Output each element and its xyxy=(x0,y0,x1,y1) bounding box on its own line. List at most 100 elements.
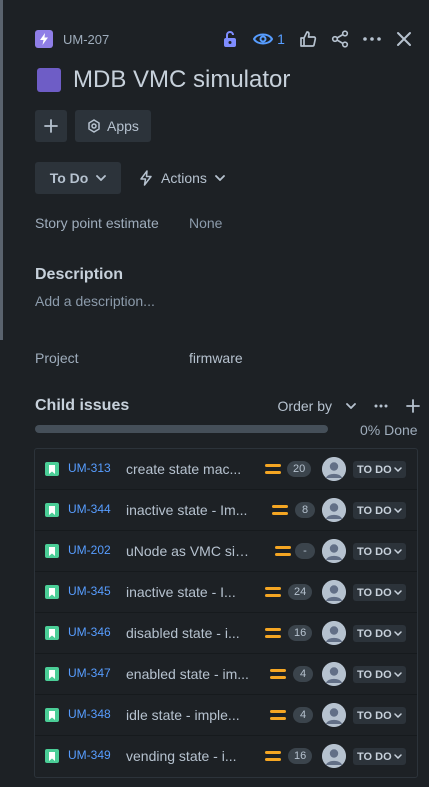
assignee-avatar-icon[interactable] xyxy=(322,703,346,727)
child-status-dropdown[interactable]: TO DO xyxy=(353,666,406,683)
chevron-down-icon xyxy=(393,713,402,718)
assignee-avatar-icon[interactable] xyxy=(322,744,346,768)
chevron-down-icon xyxy=(215,175,225,181)
chevron-down-icon xyxy=(393,631,402,636)
child-status-label: TO DO xyxy=(357,504,392,517)
close-icon[interactable] xyxy=(388,23,420,55)
child-issue-summary[interactable]: enabled state - im... xyxy=(126,666,254,682)
actions-dropdown[interactable]: Actions xyxy=(131,162,233,194)
child-issue-row[interactable]: UM-313 create state mac... 20 TO DO xyxy=(35,449,417,490)
child-status-label: TO DO xyxy=(357,750,392,763)
child-issue-row[interactable]: UM-344 inactive state - Im... 8 TO DO xyxy=(35,490,417,531)
story-points-value[interactable]: None xyxy=(189,215,222,231)
priority-medium-icon xyxy=(270,669,286,679)
child-issue-summary[interactable]: create state mac... xyxy=(126,461,250,477)
status-label: To Do xyxy=(49,170,89,186)
assignee-avatar-icon[interactable] xyxy=(322,621,346,645)
priority-medium-icon xyxy=(272,505,288,515)
story-points-badge: 24 xyxy=(288,584,313,600)
story-points-label: Story point estimate xyxy=(35,215,159,231)
child-issue-key[interactable]: UM-349 xyxy=(68,748,111,762)
child-status-label: TO DO xyxy=(357,545,392,558)
child-issue-summary[interactable]: inactive state - Im... xyxy=(126,502,256,518)
child-issue-key[interactable]: UM-313 xyxy=(68,461,111,475)
child-issue-summary[interactable]: disabled state - i... xyxy=(126,625,244,641)
child-issue-summary[interactable]: idle state - imple... xyxy=(126,707,254,723)
priority-medium-icon xyxy=(265,628,281,638)
add-button[interactable] xyxy=(35,110,67,142)
more-icon[interactable] xyxy=(374,404,388,408)
child-issue-row[interactable]: UM-347 enabled state - im... 4 TO DO xyxy=(35,654,417,695)
child-issue-key[interactable]: UM-348 xyxy=(68,707,111,721)
child-status-dropdown[interactable]: TO DO xyxy=(353,543,406,560)
title-row: MDB VMC simulator xyxy=(37,66,290,94)
priority-medium-icon xyxy=(275,546,291,556)
chevron-down-icon xyxy=(393,508,402,513)
child-status-label: TO DO xyxy=(357,586,392,599)
assignee-avatar-icon[interactable] xyxy=(322,498,346,522)
order-by-button[interactable]: Order by xyxy=(278,398,356,414)
bookmark-icon xyxy=(45,667,59,681)
chevron-down-icon xyxy=(346,403,356,409)
bookmark-icon xyxy=(45,462,59,476)
child-issue-key[interactable]: UM-202 xyxy=(68,543,111,557)
bookmark-icon xyxy=(45,585,59,599)
eye-icon xyxy=(253,33,274,45)
apps-button[interactable]: Apps xyxy=(75,110,151,142)
child-issue-row[interactable]: UM-345 inactive state - I... 24 TO DO xyxy=(35,572,417,613)
header-actions: 1 xyxy=(214,23,420,55)
child-issue-row[interactable]: UM-349 vending state - i... 16 TO DO xyxy=(35,736,417,777)
child-status-dropdown[interactable]: TO DO xyxy=(353,748,406,765)
watch-button[interactable]: 1 xyxy=(246,23,292,55)
child-status-dropdown[interactable]: TO DO xyxy=(353,584,406,601)
issue-header: UM-207 1 xyxy=(35,26,420,52)
assignee-avatar-icon[interactable] xyxy=(322,539,346,563)
child-status-dropdown[interactable]: TO DO xyxy=(353,707,406,724)
child-status-label: TO DO xyxy=(357,463,392,476)
resize-handle[interactable] xyxy=(0,0,3,340)
order-by-label: Order by xyxy=(277,398,332,414)
project-value[interactable]: firmware xyxy=(189,350,243,366)
child-status-dropdown[interactable]: TO DO xyxy=(353,461,406,478)
issue-title[interactable]: MDB VMC simulator xyxy=(73,66,290,94)
child-progress-bar xyxy=(35,425,328,433)
actions-label: Actions xyxy=(161,170,207,186)
thumbs-up-icon[interactable] xyxy=(292,23,324,55)
child-issue-summary[interactable]: vending state - i... xyxy=(126,748,244,764)
share-icon[interactable] xyxy=(324,23,356,55)
priority-medium-icon xyxy=(265,587,281,597)
child-issue-key[interactable]: UM-345 xyxy=(68,584,111,598)
lightning-icon xyxy=(35,30,53,48)
epic-color-swatch xyxy=(37,68,61,92)
assignee-avatar-icon[interactable] xyxy=(322,457,346,481)
child-issue-key[interactable]: UM-346 xyxy=(68,625,111,639)
more-icon[interactable] xyxy=(356,23,388,55)
child-issue-row[interactable]: UM-348 idle state - imple... 4 TO DO xyxy=(35,695,417,736)
story-points-badge: 4 xyxy=(293,707,313,723)
child-status-dropdown[interactable]: TO DO xyxy=(353,625,406,642)
issue-key[interactable]: UM-207 xyxy=(63,32,109,47)
child-issue-key[interactable]: UM-347 xyxy=(68,666,111,680)
chevron-down-icon xyxy=(96,175,107,181)
child-issue-key[interactable]: UM-344 xyxy=(68,502,111,516)
child-issue-row[interactable]: UM-202 uNode as VMC sim... - TO DO xyxy=(35,531,417,572)
story-points-badge: 8 xyxy=(295,502,315,518)
child-issue-row[interactable]: UM-346 disabled state - i... 16 TO DO xyxy=(35,613,417,654)
unlock-icon[interactable] xyxy=(214,23,246,55)
chevron-down-icon xyxy=(393,549,402,554)
description-placeholder[interactable]: Add a description... xyxy=(35,293,155,309)
apps-label: Apps xyxy=(107,118,139,134)
chevron-down-icon xyxy=(393,467,402,472)
assignee-avatar-icon[interactable] xyxy=(322,662,346,686)
child-issue-summary[interactable]: uNode as VMC sim... xyxy=(126,543,258,559)
plus-icon[interactable] xyxy=(406,399,420,413)
bookmark-icon xyxy=(45,749,59,763)
bookmark-icon xyxy=(45,626,59,640)
child-status-dropdown[interactable]: TO DO xyxy=(353,502,406,519)
child-issue-summary[interactable]: inactive state - I... xyxy=(126,584,244,600)
status-dropdown[interactable]: To Do xyxy=(35,162,121,194)
child-status-label: TO DO xyxy=(357,709,392,722)
lightning-icon xyxy=(140,170,152,186)
assignee-avatar-icon[interactable] xyxy=(322,580,346,604)
status-row: To Do Actions xyxy=(35,162,233,194)
